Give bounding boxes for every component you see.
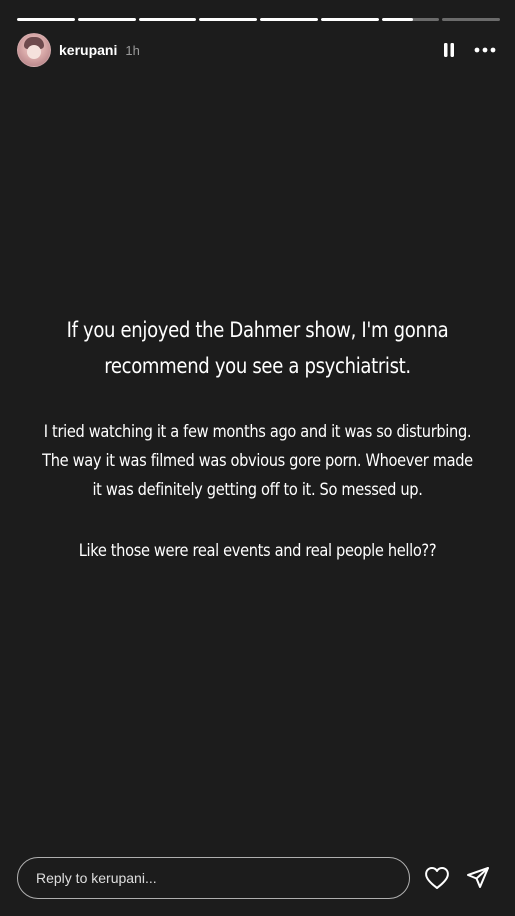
post-time: 1h — [125, 42, 140, 58]
story-paragraph: I tried watching it a few months ago and… — [36, 418, 479, 505]
progress-fill — [199, 18, 257, 21]
progress-fill — [17, 18, 75, 21]
progress-fill — [381, 18, 414, 21]
heart-icon — [425, 867, 449, 889]
progress-segment — [77, 18, 136, 21]
paragraph-line: it was definitely getting off to it. So … — [92, 480, 423, 500]
story-text: If you enjoyed the Dahmer show, I'm gonn… — [30, 312, 485, 566]
paragraph-line: The way it was filmed was obvious gore p… — [42, 451, 473, 471]
pause-icon — [444, 43, 454, 57]
more-horizontal-icon — [474, 47, 496, 53]
progress-segment — [442, 18, 500, 21]
more-options-button[interactable] — [472, 37, 498, 63]
progress-segment — [138, 18, 197, 21]
progress-segment — [199, 18, 257, 21]
reply-input[interactable] — [17, 857, 410, 899]
paragraph-line: Like those were real events and real peo… — [78, 541, 437, 561]
paragraph-line: I tried watching it a few months ago and… — [43, 422, 472, 442]
pause-button[interactable] — [436, 37, 462, 63]
like-button[interactable] — [422, 863, 452, 893]
avatar[interactable] — [17, 33, 51, 67]
progress-fill — [260, 18, 318, 21]
progress-fill — [320, 18, 379, 21]
progress-segment — [17, 18, 75, 21]
story-headline: If you enjoyed the Dahmer show, I'm gonn… — [36, 312, 479, 384]
progress-segment — [381, 18, 440, 21]
share-button[interactable] — [463, 863, 493, 893]
progress-segment — [320, 18, 379, 21]
progress-segment — [260, 18, 318, 21]
story-header: kerupani 1h — [17, 33, 498, 67]
story-paragraph: Like those were real events and real peo… — [36, 537, 479, 566]
headline-line: If you enjoyed the Dahmer show, I'm gonn… — [66, 318, 449, 342]
progress-fill — [77, 18, 136, 21]
headline-line: recommend you see a psychiatrist. — [104, 354, 411, 378]
story-footer — [17, 856, 498, 900]
story-progress — [17, 18, 500, 21]
progress-fill — [138, 18, 197, 21]
username[interactable]: kerupani — [59, 42, 117, 58]
send-icon — [467, 867, 489, 888]
story-viewer[interactable]: kerupani 1h If you enjoyed the Dahmer sh… — [0, 0, 515, 916]
